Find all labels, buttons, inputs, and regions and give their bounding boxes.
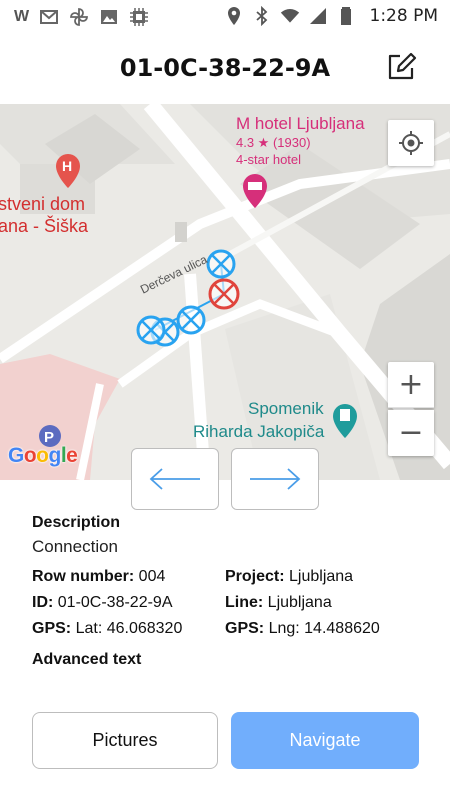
- project-value: Ljubljana: [284, 568, 354, 585]
- id-value: 01-0C-38-22-9A: [53, 594, 173, 611]
- status-bar-left: W: [14, 7, 149, 27]
- bluetooth-icon: [255, 6, 267, 26]
- minus-icon: −: [398, 415, 424, 450]
- map-label-monument-line1[interactable]: Spomenik: [248, 399, 324, 419]
- google-letter: g: [48, 444, 62, 467]
- map-label-hotel-type: 4-star hotel: [236, 152, 302, 167]
- google-letter: e: [66, 444, 78, 467]
- arrow-left-icon: [149, 468, 200, 490]
- map-label-dom-line2[interactable]: ana - Šiška: [0, 216, 88, 237]
- page-title: 01-0C-38-22-9A: [119, 54, 331, 82]
- marker-blue-4: [136, 315, 166, 345]
- marker-blue-1: [206, 249, 236, 279]
- pinwheel-icon: [70, 8, 89, 26]
- zoom-in-button[interactable]: +: [388, 362, 434, 408]
- cpu-icon: [130, 8, 149, 26]
- pictures-button[interactable]: Pictures: [32, 712, 218, 769]
- previous-button[interactable]: [131, 448, 219, 510]
- wifi-icon: [280, 9, 299, 23]
- my-location-button[interactable]: [388, 120, 434, 166]
- description-label: Description: [32, 514, 121, 531]
- arrow-right-icon: [250, 468, 301, 490]
- svg-text:H: H: [62, 158, 72, 174]
- status-time: 1:28 PM: [369, 6, 439, 26]
- line-label: Line:: [225, 594, 264, 611]
- signal-icon: [309, 8, 326, 24]
- description-value: Connection: [32, 537, 119, 556]
- map-label-monument-line2[interactable]: Riharda Jakopiča: [193, 422, 324, 442]
- status-bar-right: 1:28 PM: [224, 6, 439, 26]
- map-label-dom-line1[interactable]: stveni dom: [0, 194, 85, 215]
- navigate-button[interactable]: Navigate: [231, 712, 419, 769]
- next-button[interactable]: [231, 448, 319, 510]
- google-letter: o: [36, 444, 49, 467]
- project-label: Project:: [225, 568, 285, 585]
- id-field: ID: 01-0C-38-22-9A: [32, 594, 173, 612]
- gps-lng-field: GPS: Lng: 14.488620: [225, 620, 380, 638]
- id-label: ID:: [32, 594, 54, 611]
- row-number-field: Row number: 004: [32, 568, 165, 586]
- map-label-hotel[interactable]: M hotel Ljubljana: [236, 114, 365, 134]
- marker-blue-2: [176, 305, 206, 335]
- status-bar: W 1:28 PM: [0, 0, 450, 34]
- row-number-value: 004: [134, 568, 166, 585]
- marker-red: [208, 278, 240, 310]
- gps-lng-value: Lng: 14.488620: [264, 620, 380, 637]
- line-field: Line: Ljubljana: [225, 594, 332, 612]
- w-icon: W: [14, 8, 30, 25]
- gps-lng-label: GPS:: [225, 620, 265, 637]
- advanced-text-label: Advanced text: [32, 651, 142, 668]
- app-header: 01-0C-38-22-9A: [0, 34, 450, 104]
- google-letter: o: [23, 444, 37, 467]
- google-logo: Google: [8, 444, 78, 468]
- gmail-icon: [40, 10, 59, 24]
- map-view[interactable]: H P M hotel Ljubljana 4.3 ★ (1930) 4-sta…: [0, 104, 450, 480]
- google-letter: G: [8, 444, 24, 467]
- gps-lat-value: Lat: 46.068320: [71, 620, 183, 637]
- location-pin-icon: [227, 7, 240, 25]
- image-icon: [101, 10, 118, 24]
- row-number-label: Row number:: [32, 568, 135, 585]
- edit-button[interactable]: [384, 50, 418, 84]
- edit-icon: [388, 52, 417, 80]
- gps-lat-label: GPS:: [32, 620, 72, 637]
- map-label-hotel-rating: 4.3 ★ (1930): [236, 135, 311, 150]
- plus-icon: +: [398, 366, 424, 402]
- project-field: Project: Ljubljana: [225, 568, 353, 586]
- gps-lat-field: GPS: Lat: 46.068320: [32, 620, 182, 638]
- crosshair-icon: [399, 131, 423, 155]
- battery-icon: [340, 7, 351, 25]
- zoom-out-button[interactable]: −: [388, 410, 434, 456]
- line-value: Ljubljana: [263, 594, 332, 611]
